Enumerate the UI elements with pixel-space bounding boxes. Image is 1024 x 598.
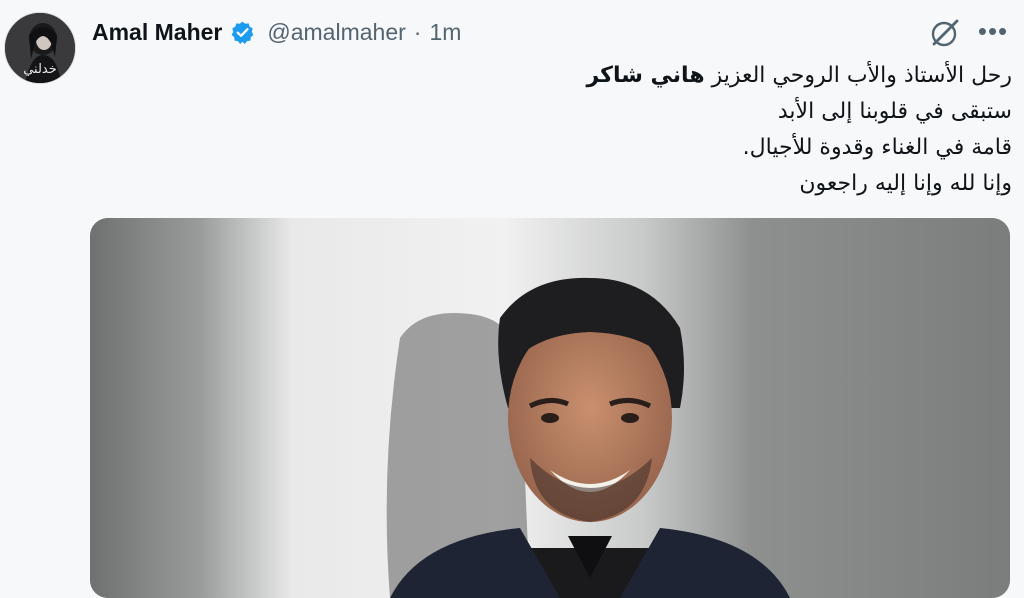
more-options-icon[interactable]: •••	[976, 16, 1010, 50]
author-name[interactable]: Amal Maher	[92, 19, 222, 46]
tweet-body: رحل الأستاذ والأب الروحي العزيز هاني شاك…	[112, 58, 1013, 202]
mentioned-name-bold: هاني شاكر	[586, 63, 705, 88]
tweet-line-2: ستبقى في قلوبنا إلى الأبد	[777, 99, 1012, 124]
portrait-photo-image	[90, 218, 1010, 598]
tweet-line-3: قامة في الغناء وقدوة للأجيال.	[742, 135, 1012, 160]
author-avatar[interactable]: خدلني	[4, 12, 76, 84]
avatar-caption: خدلني	[23, 62, 57, 77]
tweet-timestamp[interactable]: 1m	[429, 19, 461, 46]
grok-icon[interactable]	[928, 16, 962, 50]
verified-badge-icon[interactable]	[230, 20, 255, 45]
tweet-line-1-text: رحل الأستاذ والأب الروحي العزيز	[704, 63, 1012, 88]
author-handle[interactable]: @amalmaher	[267, 19, 405, 46]
tweet-line-1: رحل الأستاذ والأب الروحي العزيز هاني شاك…	[112, 58, 1013, 94]
tweet-line-4: وإنا لله وإنا إليه راجعون	[799, 171, 1012, 196]
tweet-header: Amal Maher @amalmaher · 1m	[92, 14, 461, 50]
separator-dot: ·	[413, 18, 422, 45]
tweet-photo[interactable]	[90, 218, 1010, 598]
